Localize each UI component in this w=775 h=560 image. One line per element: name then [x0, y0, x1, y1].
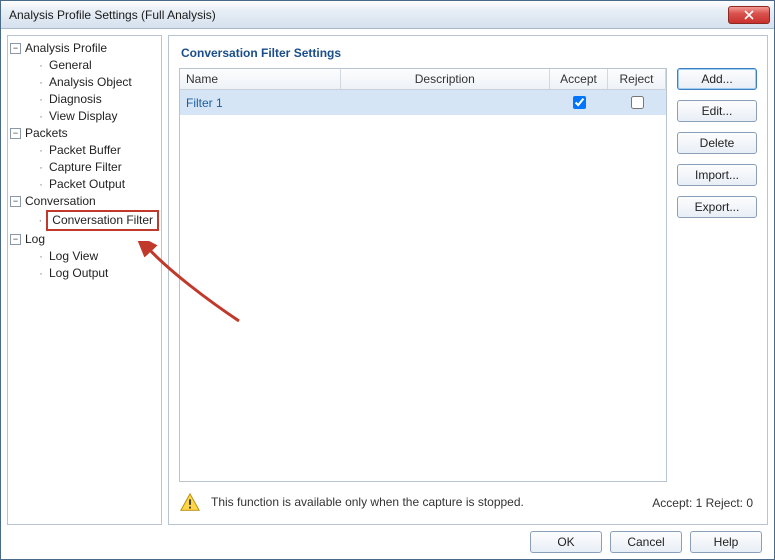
accept-checkbox[interactable] [573, 96, 586, 109]
edit-button[interactable]: Edit... [677, 100, 757, 122]
tree-log-view[interactable]: Log View [47, 248, 100, 265]
col-description[interactable]: Description [340, 69, 550, 90]
tree-packet-output[interactable]: Packet Output [47, 176, 127, 193]
expander-icon[interactable]: − [10, 234, 21, 245]
warning-icon [179, 492, 201, 514]
col-reject[interactable]: Reject [608, 69, 666, 90]
tree-general[interactable]: General [47, 57, 94, 74]
import-button[interactable]: Import... [677, 164, 757, 186]
expander-icon[interactable]: − [10, 128, 21, 139]
tree-bullet-icon: · [37, 57, 45, 74]
table-row[interactable]: Filter 1 [180, 90, 666, 116]
close-icon [744, 10, 754, 20]
note-text: This function is available only when the… [211, 495, 642, 511]
tree-view-display[interactable]: View Display [47, 108, 119, 125]
tree-diagnosis[interactable]: Diagnosis [47, 91, 104, 108]
delete-button[interactable]: Delete [677, 132, 757, 154]
col-name[interactable]: Name [180, 69, 340, 90]
tree-packets[interactable]: Packets [23, 125, 70, 142]
tree-analysis-profile[interactable]: Analysis Profile [23, 40, 109, 57]
cancel-button[interactable]: Cancel [610, 531, 682, 553]
export-button[interactable]: Export... [677, 196, 757, 218]
help-button[interactable]: Help [690, 531, 762, 553]
expander-icon[interactable]: − [10, 196, 21, 207]
close-button[interactable] [728, 6, 770, 24]
tree-log-output[interactable]: Log Output [47, 265, 110, 282]
accept-reject-summary: Accept: 1 Reject: 0 [652, 496, 757, 510]
tree-analysis-object[interactable]: Analysis Object [47, 74, 134, 91]
panel-title: Conversation Filter Settings [179, 42, 757, 68]
ok-button[interactable]: OK [530, 531, 602, 553]
nav-tree: − Analysis Profile ·General ·Analysis Ob… [7, 35, 162, 525]
table-empty-area [180, 115, 666, 481]
tree-capture-filter[interactable]: Capture Filter [47, 159, 124, 176]
side-buttons: Add... Edit... Delete Import... Export..… [677, 68, 757, 482]
footer-note: This function is available only when the… [179, 482, 757, 514]
dialog-buttons: OK Cancel Help [7, 531, 768, 553]
window-title: Analysis Profile Settings (Full Analysis… [9, 8, 728, 22]
tree-packet-buffer[interactable]: Packet Buffer [47, 142, 123, 159]
reject-checkbox[interactable] [631, 96, 644, 109]
tree-conversation[interactable]: Conversation [23, 193, 98, 210]
cell-description [340, 90, 550, 116]
add-button[interactable]: Add... [677, 68, 757, 90]
tree-conversation-filter[interactable]: Conversation Filter [46, 210, 159, 231]
tree-log[interactable]: Log [23, 231, 47, 248]
cell-name: Filter 1 [180, 90, 340, 116]
titlebar: Analysis Profile Settings (Full Analysis… [1, 1, 774, 29]
col-accept[interactable]: Accept [550, 69, 608, 90]
settings-panel: Conversation Filter Settings Name Descri… [168, 35, 768, 525]
expander-icon[interactable]: − [10, 43, 21, 54]
dialog-window: Analysis Profile Settings (Full Analysis… [0, 0, 775, 560]
filter-table: Name Description Accept Reject Filter 1 [179, 68, 667, 482]
